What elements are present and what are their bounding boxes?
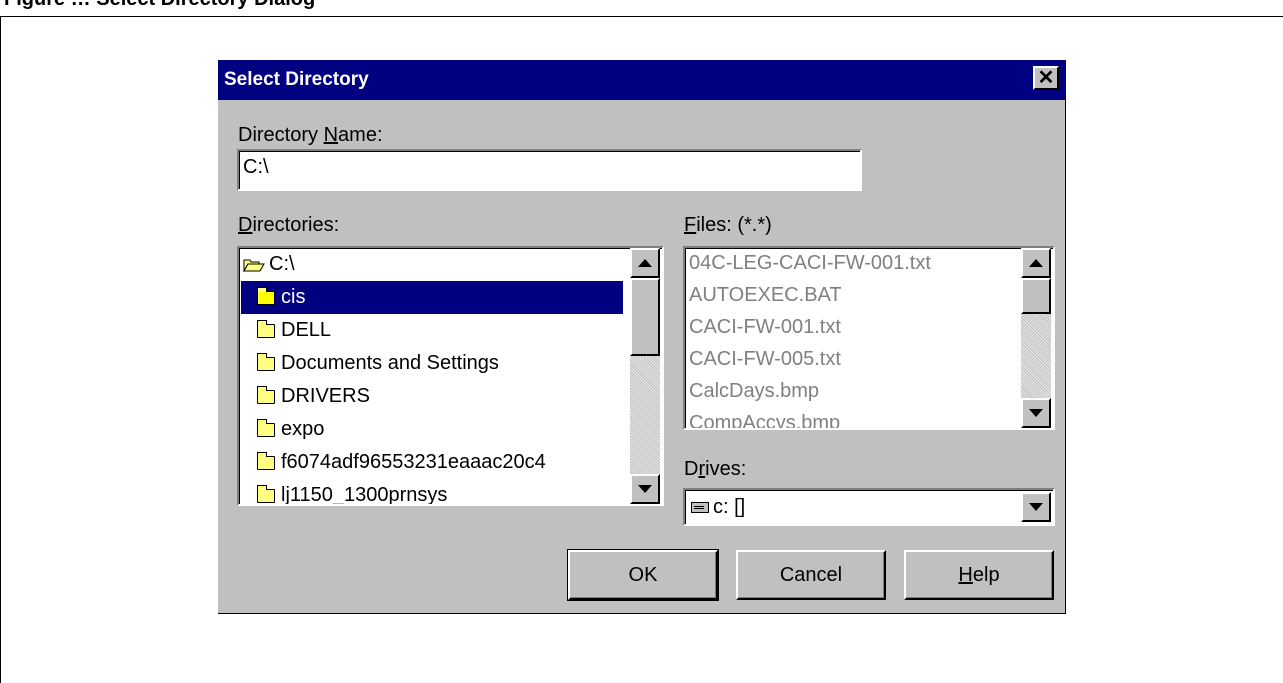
folder-icon (257, 451, 275, 470)
directory-item[interactable]: f6074adf96553231eaaac20c4 (241, 446, 623, 479)
close-button[interactable]: ✕ (1033, 66, 1059, 90)
scroll-thumb[interactable] (1021, 278, 1051, 314)
directory-item-label: Documents and Settings (281, 352, 499, 374)
directories-label: Directories: (238, 214, 340, 236)
scroll-up-button[interactable] (1021, 248, 1051, 278)
directory-item[interactable]: DRIVERS (241, 380, 623, 413)
page-heading: Figure … Select Directory Dialog (4, 0, 315, 11)
scroll-down-button[interactable] (1021, 398, 1051, 428)
folder-icon (257, 286, 275, 305)
cancel-button[interactable]: Cancel (736, 550, 886, 600)
directory-item[interactable]: DELL (241, 314, 623, 347)
directory-item-label: cis (281, 286, 306, 308)
files-list[interactable]: 04C-LEG-CACI-FW-001.txt AUTOEXEC.BAT CAC… (683, 246, 1055, 430)
arrow-up-icon (1029, 259, 1043, 267)
dialog-title: Select Directory (224, 69, 369, 90)
drives-dropdown-button[interactable] (1021, 492, 1051, 522)
directories-list[interactable]: C:\ cis DELL Documents and Settings DRIV… (237, 246, 664, 506)
directory-item-label: f6074adf96553231eaaac20c4 (281, 451, 546, 473)
directory-item[interactable]: expo (241, 413, 623, 446)
directory-item-label: DELL (281, 319, 332, 341)
directory-item-label: DRIVERS (281, 385, 370, 407)
folder-icon (257, 418, 275, 437)
directory-item[interactable]: cis (241, 281, 623, 314)
directory-root[interactable]: C:\ (241, 248, 623, 281)
frame-border-top (0, 16, 1283, 17)
scroll-up-button[interactable] (630, 248, 660, 278)
file-item: CompAccys.bmp (689, 411, 841, 430)
directory-name-value: C:\ (243, 156, 269, 178)
file-item: CACI-FW-001.txt (689, 315, 841, 338)
files-label: Files: (*.*) (684, 214, 772, 236)
file-item: CACI-FW-005.txt (689, 347, 841, 370)
arrow-up-icon (638, 259, 652, 267)
close-icon: ✕ (1037, 67, 1055, 89)
ok-button[interactable]: OK (567, 549, 719, 601)
arrow-down-icon (638, 485, 652, 493)
drive-icon (691, 502, 709, 513)
directories-scrollbar[interactable] (630, 248, 660, 504)
directory-name-input[interactable]: C:\ (237, 149, 862, 191)
dialog-titlebar[interactable]: Select Directory ✕ (218, 60, 1065, 100)
file-item: 04C-LEG-CACI-FW-001.txt (689, 251, 931, 274)
arrow-down-icon (1029, 409, 1043, 417)
drives-label: Drives: (684, 458, 747, 480)
file-item: AUTOEXEC.BAT (689, 283, 842, 306)
directory-item[interactable]: lj1150_1300prnsys (241, 479, 623, 506)
file-item: CalcDays.bmp (689, 379, 820, 402)
files-scrollbar[interactable] (1021, 248, 1051, 428)
frame-border-left (0, 16, 1, 683)
open-folder-icon (243, 258, 265, 272)
directory-name-label: Directory Name: (238, 124, 383, 146)
drives-select[interactable]: c: [] (683, 488, 1055, 526)
chevron-down-icon (1029, 503, 1043, 511)
folder-icon (257, 319, 275, 338)
scroll-down-button[interactable] (630, 474, 660, 504)
directory-root-label: C:\ (269, 253, 295, 275)
directory-item-label: expo (281, 418, 325, 440)
directory-item-label: lj1150_1300prnsys (281, 484, 448, 506)
help-button[interactable]: Help (904, 550, 1054, 600)
directory-item[interactable]: Documents and Settings (241, 347, 623, 380)
drive-value: c: [] (713, 496, 746, 518)
folder-icon (257, 352, 275, 371)
scroll-thumb[interactable] (630, 278, 660, 356)
select-directory-dialog: Select Directory ✕ Directory Name: C:\ D… (218, 60, 1066, 614)
folder-icon (257, 484, 275, 503)
folder-icon (257, 385, 275, 404)
